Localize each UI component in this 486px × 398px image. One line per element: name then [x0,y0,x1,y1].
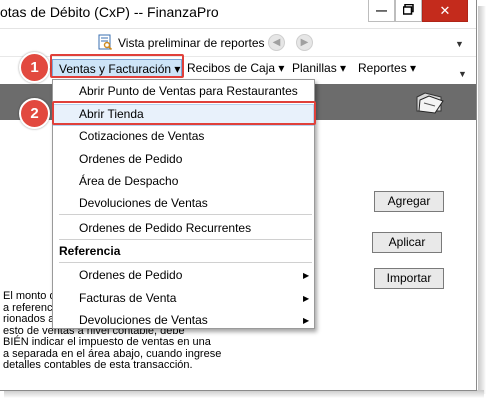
menu-separator [59,262,312,263]
callout-highlight-ventas [50,54,184,78]
menu-item-devoluciones[interactable]: Devoluciones de Ventas [79,196,208,210]
forward-button[interactable]: ▶ [296,34,313,51]
close-icon: ✕ [439,2,451,18]
menu-recibos-caja[interactable]: Recibos de Caja ▾ [187,61,284,75]
window-title: otas de Débito (CxP) -- FinanzaPro [0,4,219,20]
importar-button[interactable]: Importar [374,268,444,289]
window-shadow-right [478,6,486,394]
window-shadow-bottom [4,390,484,398]
submenu-ordenes-pedido[interactable]: Ordenes de Pedido [79,268,182,282]
submenu-devoluciones-ventas[interactable]: Devoluciones de Ventas [79,313,208,327]
menu-separator [59,214,312,215]
back-button[interactable]: ◀ [268,34,285,51]
close-button[interactable]: ✕ [422,0,468,22]
menu-item-ordenes-pedido[interactable]: Ordenes de Pedido [79,152,182,166]
callout-highlight-abrir-tienda [52,101,316,125]
title-bar: otas de Débito (CxP) -- FinanzaPro — ✕ [0,0,476,28]
menu-reportes[interactable]: Reportes ▾ [358,61,416,75]
menu-item-area-despacho[interactable]: Área de Despacho [79,174,178,188]
agregar-button[interactable]: Agregar [374,191,444,212]
menu-separator [59,239,312,240]
submenu-arrow-icon: ▶ [303,271,310,280]
toolbar: Vista preliminar de reportes ◀ ▶ ▼ [0,28,476,57]
report-preview-label[interactable]: Vista preliminar de reportes [118,36,265,50]
minimize-button[interactable]: — [368,0,395,22]
step-badge-1: 1 [19,52,50,83]
application-window: otas de Débito (CxP) -- FinanzaPro — ✕ V… [0,0,477,391]
forward-arrow-icon: ▶ [300,37,309,48]
menu-item-cotizaciones[interactable]: Cotizaciones de Ventas [79,129,204,143]
maximize-icon [402,3,414,18]
menu-section-referencia: Referencia [59,244,121,258]
aplicar-button[interactable]: Aplicar [372,232,442,253]
submenu-arrow-icon: ▶ [303,294,310,303]
report-preview-icon[interactable] [97,34,113,51]
maximize-button[interactable] [395,0,422,22]
menu-item-ordenes-recurrentes[interactable]: Ordenes de Pedido Recurrentes [79,221,251,235]
submenu-arrow-icon: ▶ [303,316,310,325]
menu-planillas[interactable]: Planillas ▾ [292,61,346,75]
toolbar-overflow-icon[interactable]: ▼ [455,39,464,49]
minimize-icon: — [376,4,387,17]
back-arrow-icon: ◀ [272,37,281,48]
menubar-overflow-icon[interactable]: ▼ [458,69,467,79]
submenu-facturas-venta[interactable]: Facturas de Venta [79,291,176,305]
step-badge-2: 2 [19,98,50,129]
folder-icon [415,91,445,115]
menu-item-abrir-punto-ventas[interactable]: Abrir Punto de Ventas para Restaurantes [79,84,298,98]
